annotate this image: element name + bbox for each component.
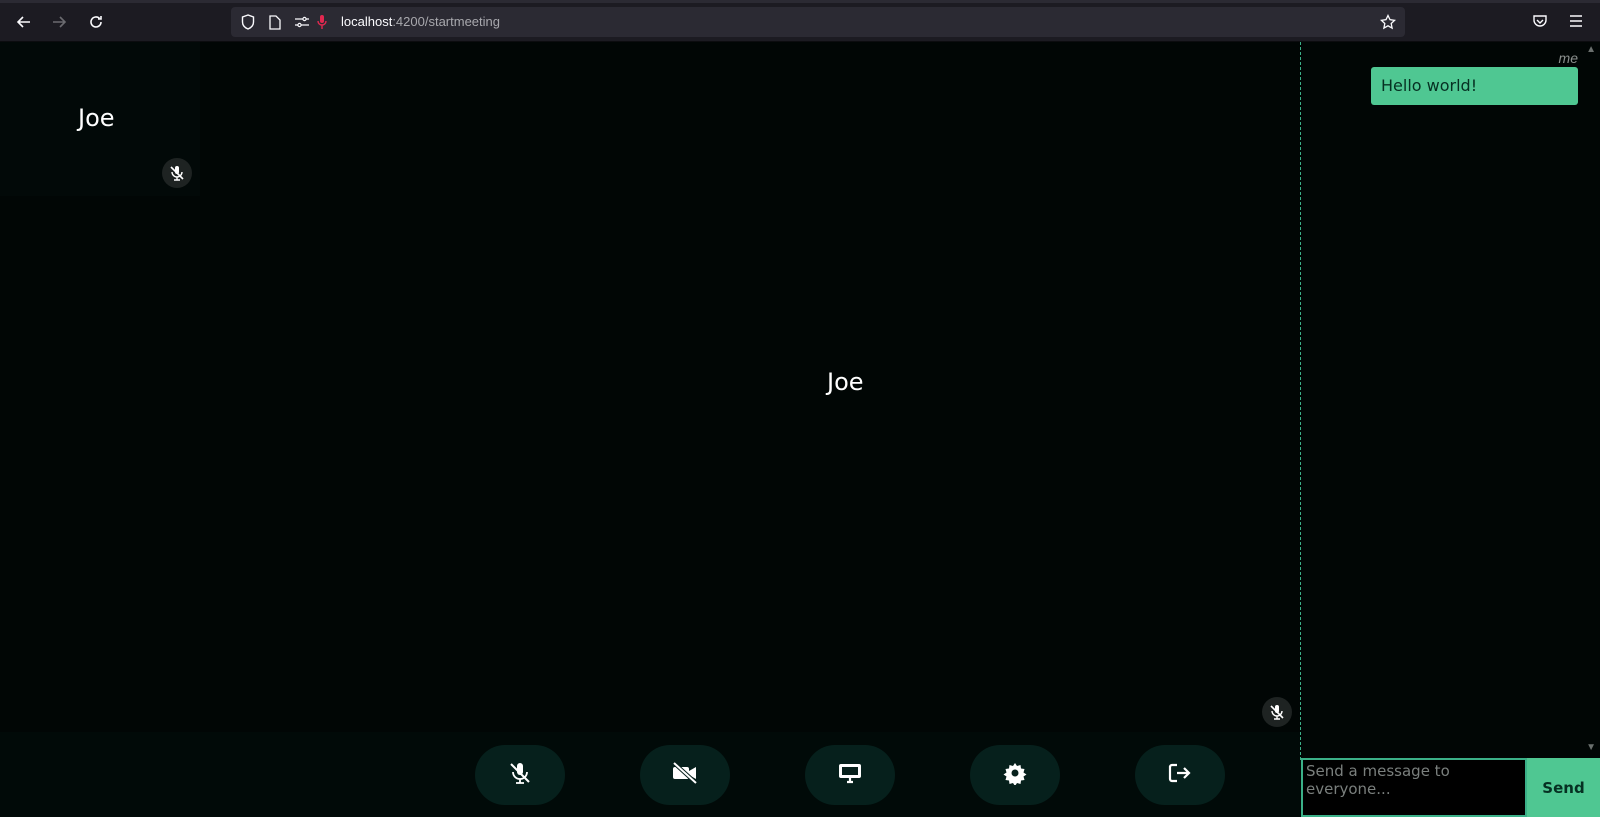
send-button[interactable]: Send [1527,758,1600,817]
shield-icon[interactable] [239,13,257,31]
screen-share-icon [837,761,863,790]
message-sender: me [1558,50,1578,66]
video-stage: Joe Joe [0,42,1300,817]
settings-button[interactable] [970,745,1060,805]
main-participant-name: Joe [827,368,864,396]
leave-icon [1167,761,1193,790]
star-icon[interactable] [1379,13,1397,31]
chat-message: Hello world! [1371,67,1578,105]
url-path: :4200/startmeeting [392,14,500,29]
menu-icon[interactable] [1566,11,1586,31]
browser-toolbar: localhost:4200/startmeeting [0,0,1600,42]
pocket-icon[interactable] [1530,11,1550,31]
mute-button[interactable] [475,745,565,805]
back-arrow-icon[interactable] [12,10,36,34]
leave-button[interactable] [1135,745,1225,805]
video-off-icon [671,761,699,790]
scroll-up-icon[interactable]: ▲ [1586,44,1596,55]
tab-strip [0,0,1600,3]
permissions-icon[interactable] [293,13,311,31]
participant-thumbnail[interactable]: Joe [0,42,200,196]
screen-share-button[interactable] [805,745,895,805]
thumbnail-mic-off-icon [162,158,192,188]
url-text[interactable]: localhost:4200/startmeeting [341,14,500,29]
chat-panel: ▲ me Hello world! ▼ Send [1301,42,1600,817]
url-bar[interactable]: localhost:4200/startmeeting [231,7,1405,37]
url-host: localhost [341,14,393,29]
page-icon[interactable] [266,13,284,31]
meeting-controls [0,732,1300,817]
forward-arrow-icon[interactable] [47,10,71,34]
chat-message-input[interactable] [1301,758,1527,817]
scroll-down-icon[interactable]: ▼ [1586,742,1596,753]
thumbnail-participant-name: Joe [78,104,115,132]
main-mic-off-icon [1262,697,1292,727]
camera-button[interactable] [640,745,730,805]
microphone-icon[interactable] [313,13,331,31]
reload-icon[interactable] [84,10,108,34]
mic-off-icon [507,760,533,791]
settings-icon [1003,761,1027,790]
